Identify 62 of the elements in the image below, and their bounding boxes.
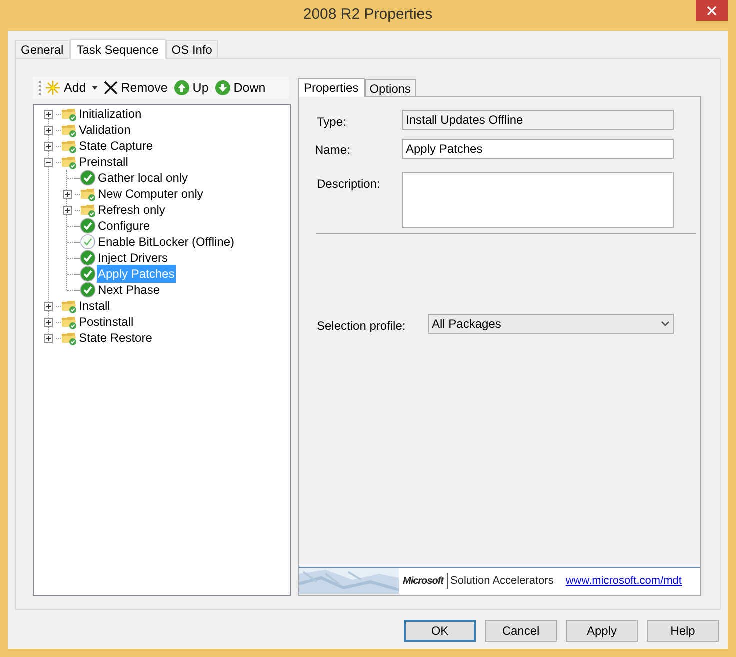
tree-item[interactable]: Inject Drivers: [97, 249, 170, 267]
expand-icon[interactable]: [44, 302, 53, 310]
tree-item[interactable]: State Capture: [78, 137, 154, 155]
folder-icon: [80, 186, 96, 202]
name-field[interactable]: Apply Patches: [402, 139, 674, 159]
tree-item[interactable]: Postinstall: [78, 313, 135, 331]
field-label: Selection profile:: [317, 318, 406, 335]
mdt-link[interactable]: www.microsoft.com/mdt: [566, 572, 682, 590]
type-field: Install Updates Offline: [402, 110, 674, 130]
tab[interactable]: Task Sequence: [70, 39, 166, 59]
folder-icon: [61, 330, 77, 346]
tree-item[interactable]: State Restore: [78, 329, 154, 347]
tab[interactable]: Options: [364, 79, 416, 96]
expand-icon[interactable]: [44, 142, 53, 150]
sparkle-icon: [45, 80, 61, 96]
tab[interactable]: Properties: [298, 78, 365, 97]
tree-item[interactable]: New Computer only: [97, 185, 204, 203]
tree-item[interactable]: Next Phase: [97, 281, 162, 299]
close-icon: [104, 81, 118, 95]
folder-icon: [61, 138, 77, 154]
profile-dropdown[interactable]: All Packages: [428, 314, 674, 334]
folder-icon: [61, 154, 77, 170]
remove-button[interactable]: Remove: [104, 78, 168, 98]
tree-item[interactable]: Validation: [78, 121, 132, 139]
tab[interactable]: OS Info: [166, 40, 218, 58]
dialog-button[interactable]: OK: [404, 620, 476, 642]
caret-icon: [92, 86, 98, 90]
up-button[interactable]: Up: [174, 78, 209, 98]
folder-icon: [61, 314, 77, 330]
dialog-button[interactable]: Cancel: [485, 620, 557, 642]
expand-icon[interactable]: [44, 334, 53, 342]
tree-item[interactable]: Gather local only: [97, 169, 190, 187]
expand-icon[interactable]: [44, 126, 53, 134]
chevron-down-icon: [661, 321, 670, 327]
field-label: Description:: [317, 176, 380, 193]
tab[interactable]: General: [15, 40, 70, 58]
field-label: Type:: [317, 114, 346, 131]
close-icon: [707, 6, 717, 16]
window-title: 2008 R2 Properties: [303, 5, 433, 26]
folder-icon: [61, 122, 77, 138]
tree-item[interactable]: Refresh only: [97, 201, 166, 219]
folder-icon: [80, 202, 96, 218]
expand-icon[interactable]: [63, 206, 72, 214]
tree-item[interactable]: Enable BitLocker (Offline): [97, 233, 236, 251]
dialog-button[interactable]: Help: [647, 620, 719, 642]
add-button[interactable]: Add: [45, 78, 98, 98]
tree-item[interactable]: Install: [78, 297, 112, 315]
folder-icon: [61, 298, 77, 314]
expand-icon[interactable]: [44, 318, 53, 326]
close-button[interactable]: [696, 0, 728, 21]
tree-item[interactable]: Configure: [97, 217, 152, 235]
tree-item[interactable]: Preinstall: [78, 153, 130, 171]
expand-icon[interactable]: [63, 190, 72, 198]
down-button[interactable]: Down: [214, 78, 266, 98]
product-name: Solution Accelerators: [446, 572, 554, 590]
expand-icon[interactable]: [44, 110, 53, 118]
description-field[interactable]: [402, 172, 674, 228]
field-label: Name:: [315, 142, 350, 159]
collapse-icon[interactable]: [44, 158, 53, 166]
dialog-button[interactable]: Apply: [566, 620, 638, 642]
logo-text: Microsoft: [403, 574, 444, 588]
tree-item[interactable]: Initialization: [78, 105, 143, 123]
